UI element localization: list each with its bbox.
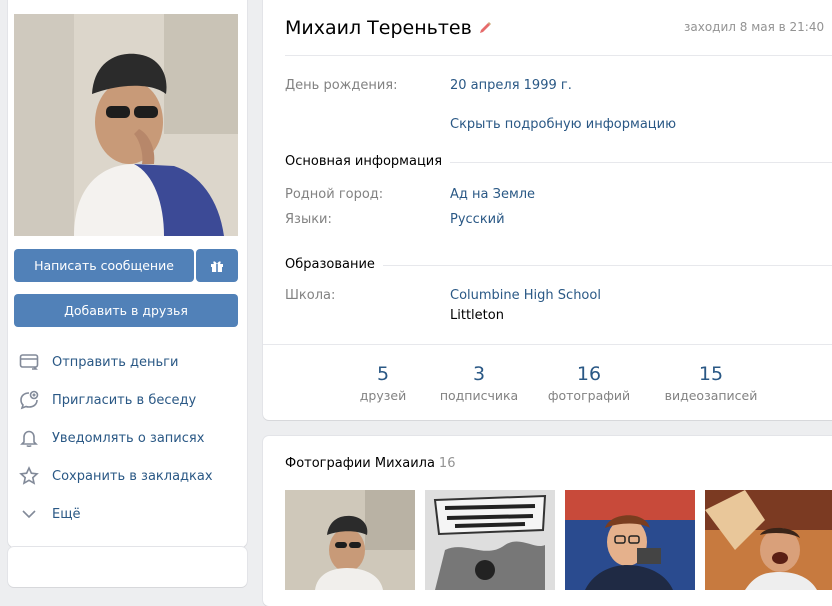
divider (285, 55, 832, 56)
counter-number: 16 (576, 363, 602, 385)
basic-info-section-title: Основная информация (285, 154, 451, 169)
add-friend-label: Добавить в друзья (64, 303, 188, 318)
chevron-down-icon (18, 503, 40, 525)
menu-item-send-money[interactable]: Отправить деньги (8, 343, 247, 381)
gift-icon (211, 260, 223, 272)
counter-number: 5 (376, 363, 390, 385)
profile-actions-menu: Отправить деньги Пригласить в беседу Уве… (8, 343, 247, 533)
profile-name: Михаил Тереньтев (285, 17, 492, 39)
add-friend-button[interactable]: Добавить в друзья (14, 294, 238, 327)
photo-thumbnail[interactable] (705, 490, 832, 590)
school-value[interactable]: Columbine High School (450, 288, 601, 303)
invite-chat-icon (18, 389, 40, 411)
languages-value[interactable]: Русский (450, 212, 505, 227)
menu-item-label: Сохранить в закладках (52, 468, 213, 484)
birthday-label: День рождения: (285, 78, 398, 93)
profile-avatar[interactable] (14, 14, 238, 236)
photos-title: Фотографии Михаила (285, 456, 435, 471)
photo-thumbnail[interactable] (285, 490, 415, 590)
photos-count: 16 (438, 456, 456, 471)
hometown-label: Родной город: (285, 187, 384, 202)
languages-label: Языки: (285, 212, 332, 227)
menu-item-label: Отправить деньги (52, 354, 179, 370)
last-seen-status: заходил 8 мая в 21:40 (684, 20, 825, 34)
photo-thumbnail[interactable] (565, 490, 695, 590)
write-message-button[interactable]: Написать сообщение (14, 249, 194, 282)
profile-sidebar: Написать сообщение Добавить в друзья Отп… (8, 0, 247, 547)
send-gift-button[interactable] (196, 249, 238, 282)
menu-item-label: Уведомлять о записях (52, 430, 205, 446)
counter-followers[interactable]: 3 подписчика (436, 363, 522, 403)
profile-counters: 5 друзей 3 подписчика 16 фотографий 15 в… (263, 344, 832, 421)
photos-header[interactable]: Фотографии Михаила 16 (285, 456, 455, 471)
menu-item-bookmark[interactable]: Сохранить в закладках (8, 457, 247, 495)
profile-name-text: Михаил Тереньтев (285, 17, 472, 39)
photo-thumbnail[interactable] (425, 490, 555, 590)
edit-pen-icon (479, 22, 491, 33)
birthday-value[interactable]: 20 апреля 1999 г. (450, 78, 572, 93)
menu-item-label: Ещё (52, 506, 81, 522)
write-message-label: Написать сообщение (34, 258, 174, 273)
school-city: Littleton (450, 308, 504, 323)
profile-info-card: Михаил Тереньтев заходил 8 мая в 21:40 Д… (263, 0, 832, 420)
photos-card: Фотографии Михаила 16 (263, 436, 832, 606)
counter-number: 3 (472, 363, 486, 385)
school-label: Школа: (285, 288, 336, 303)
counter-photos[interactable]: 16 фотографий (546, 363, 632, 403)
star-icon (18, 465, 40, 487)
counter-number: 15 (698, 363, 724, 385)
counter-videos[interactable]: 15 видеозаписей (661, 363, 761, 403)
bell-icon (18, 427, 40, 449)
menu-item-notify-posts[interactable]: Уведомлять о записях (8, 419, 247, 457)
hide-details-link[interactable]: Скрыть подробную информацию (450, 117, 676, 132)
hometown-value[interactable]: Ад на Земле (450, 187, 535, 202)
money-card-icon (18, 351, 40, 373)
counter-label: видеозаписей (664, 388, 758, 403)
counter-label: фотографий (547, 388, 631, 403)
counter-label: друзей (359, 388, 407, 403)
menu-item-label: Пригласить в беседу (52, 392, 197, 408)
education-section-title: Образование (285, 257, 383, 272)
counter-label: подписчика (439, 388, 519, 403)
menu-item-invite-chat[interactable]: Пригласить в беседу (8, 381, 247, 419)
sidebar-next-block (8, 547, 247, 587)
counter-friends[interactable]: 5 друзей (353, 363, 413, 403)
menu-item-more[interactable]: Ещё (8, 495, 247, 533)
